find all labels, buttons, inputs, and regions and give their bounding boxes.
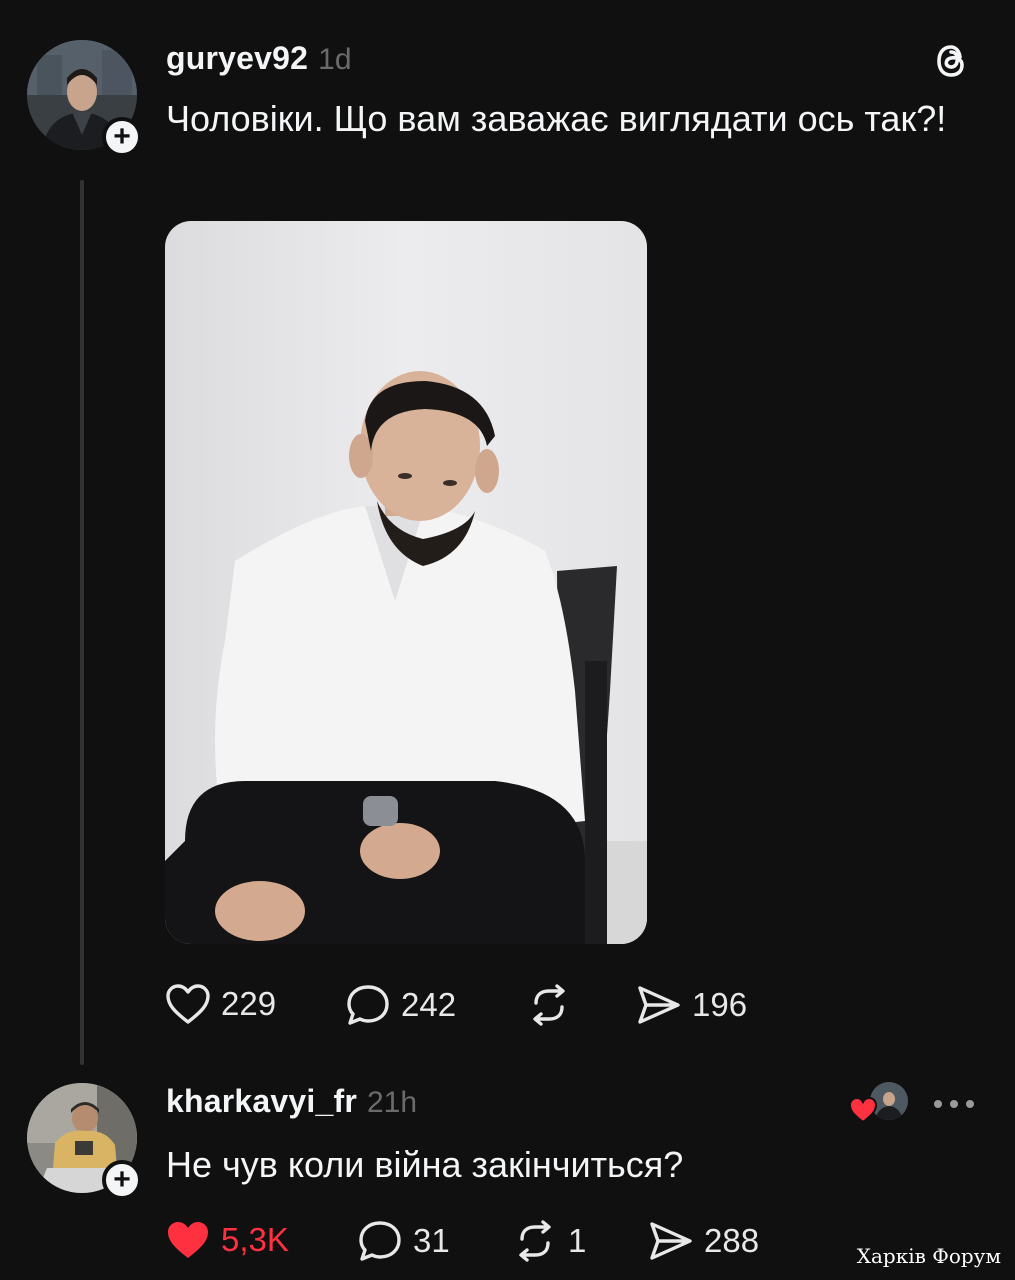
comment-icon [347,985,389,1025]
repost-icon [519,1220,551,1262]
liked-by-author-indicator [848,1082,910,1126]
reply-username[interactable]: kharkavyi_fr [166,1083,357,1120]
post-comment-button[interactable]: 242 [345,983,456,1027]
post-header: guryev92 1d [166,40,352,77]
thread-connector-line [80,180,84,1065]
heart-filled-icon [168,1222,208,1258]
comment-icon [359,1221,401,1261]
reply-header: kharkavyi_fr 21h [166,1083,417,1120]
post-image[interactable] [165,221,647,944]
reply-like-count: 5,3K [221,1221,289,1258]
post-like-button[interactable]: 229 [165,983,276,1025]
heart-icon [166,984,210,1024]
post-comment-count: 242 [401,986,457,1023]
reply-repost-button[interactable]: 1 [512,1219,586,1263]
reply-share-button[interactable]: 288 [648,1219,759,1263]
more-options-icon[interactable] [932,1097,976,1111]
follow-plus-button-reply[interactable]: + [102,1160,142,1200]
threads-logo-icon[interactable] [930,40,972,82]
post-repost-button[interactable] [526,983,582,1027]
reply-comment-button[interactable]: 31 [357,1219,450,1263]
watermark: Харків Форум [856,1244,1001,1268]
post-username[interactable]: guryev92 [166,40,308,77]
reply-text: Не чув коли війна закінчиться? [166,1144,684,1185]
reply-comment-count: 31 [413,1222,450,1259]
repost-icon [533,984,565,1026]
reply-repost-count: 1 [568,1222,587,1259]
send-icon [650,1222,692,1260]
send-icon [638,986,680,1024]
post-timestamp: 1d [318,43,352,76]
post-like-count: 229 [221,985,277,1022]
heart-filled-icon [848,1096,878,1124]
reply-timestamp: 21h [366,1086,418,1119]
post-share-button[interactable]: 196 [636,983,747,1027]
reply-share-count: 288 [704,1222,760,1259]
post-share-count: 196 [692,986,748,1023]
post-text: Чоловіки. Що вам заважає виглядати ось т… [166,98,947,139]
follow-plus-button[interactable]: + [102,117,142,157]
reply-like-button[interactable]: 5,3K [165,1219,289,1261]
